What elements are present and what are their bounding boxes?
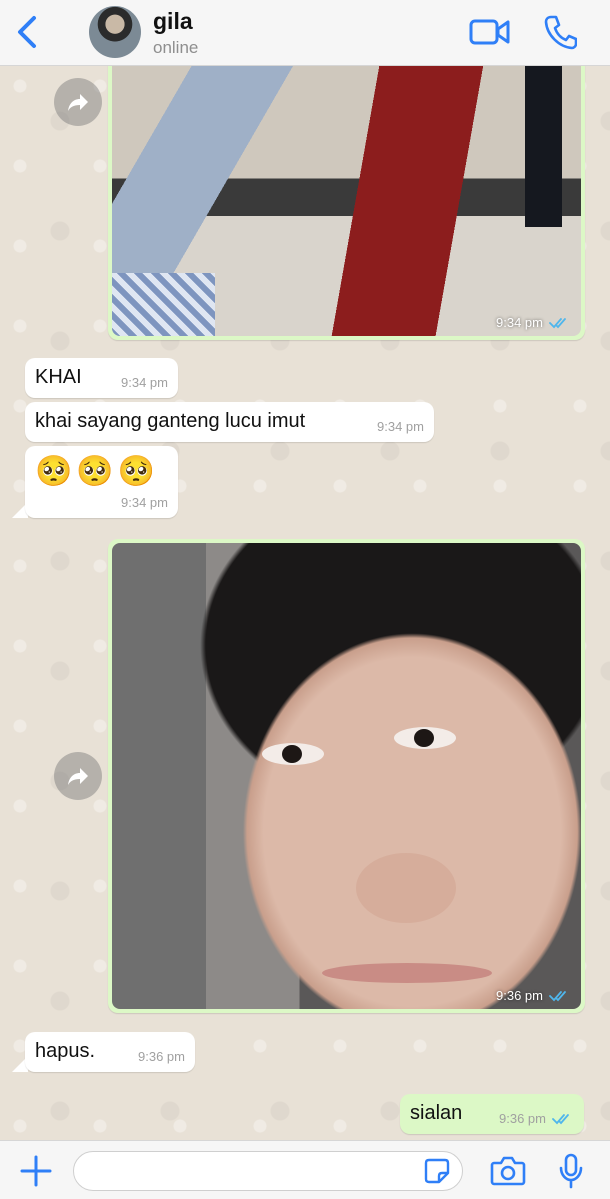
- double-check-icon: [552, 1114, 569, 1125]
- double-check-icon: [549, 318, 566, 329]
- camera-button[interactable]: [490, 1155, 526, 1187]
- forward-arrow-icon: [68, 768, 88, 785]
- message-emoji: 🥺🥺🥺: [35, 455, 160, 488]
- video-call-button[interactable]: [469, 16, 511, 48]
- microphone-button[interactable]: [558, 1153, 584, 1189]
- photo-image[interactable]: [112, 66, 581, 336]
- outgoing-message[interactable]: sialan 9:36 pm: [400, 1094, 584, 1134]
- forward-button[interactable]: [54, 752, 102, 800]
- chat-area[interactable]: 9:34 pm KHAI 9:34 pm khai sayang ganteng…: [0, 66, 610, 1140]
- plus-icon: [20, 1155, 52, 1187]
- avatar[interactable]: [89, 6, 141, 58]
- contact-status: online: [153, 38, 199, 57]
- message-time: 9:34 pm: [121, 375, 168, 390]
- message-time: 9:34 pm: [121, 495, 168, 510]
- sticker-icon: [424, 1158, 450, 1184]
- photo-detail: [356, 853, 456, 923]
- photo-detail: [262, 743, 324, 765]
- incoming-message[interactable]: KHAI 9:34 pm: [25, 358, 178, 398]
- video-camera-icon: [469, 19, 510, 45]
- message-time: 9:36 pm: [499, 1111, 546, 1126]
- composer-bar: [0, 1140, 610, 1199]
- double-check-icon: [549, 991, 566, 1002]
- incoming-message[interactable]: hapus. 9:36 pm: [25, 1032, 195, 1072]
- chat-header: gila online: [0, 0, 610, 66]
- message-time: 9:34 pm: [496, 315, 543, 330]
- photo-message[interactable]: 9:36 pm: [108, 539, 585, 1013]
- message-time: 9:34 pm: [377, 419, 424, 434]
- message-time: 9:36 pm: [496, 988, 543, 1003]
- incoming-message[interactable]: 🥺🥺🥺 9:34 pm: [25, 446, 178, 518]
- chevron-left-icon: [18, 16, 36, 48]
- camera-icon: [490, 1156, 526, 1186]
- photo-image[interactable]: [112, 543, 581, 1009]
- forward-button[interactable]: [54, 78, 102, 126]
- forward-arrow-icon: [68, 94, 88, 111]
- microphone-icon: [559, 1153, 583, 1189]
- voice-call-button[interactable]: [543, 14, 578, 50]
- photo-message[interactable]: 9:34 pm: [108, 66, 585, 340]
- message-input[interactable]: [73, 1151, 463, 1191]
- message-text: sialan: [410, 1102, 463, 1124]
- message-text: khai sayang ganteng lucu imut: [35, 410, 306, 432]
- photo-detail: [322, 963, 492, 983]
- contact-name[interactable]: gila: [153, 8, 193, 35]
- photo-detail: [394, 727, 456, 749]
- back-button[interactable]: [14, 14, 44, 50]
- sticker-button[interactable]: [424, 1158, 450, 1184]
- incoming-message[interactable]: khai sayang ganteng lucu imut 9:34 pm: [25, 402, 434, 442]
- message-time: 9:36 pm: [138, 1049, 185, 1064]
- attach-button[interactable]: [18, 1153, 54, 1189]
- phone-icon: [544, 15, 578, 50]
